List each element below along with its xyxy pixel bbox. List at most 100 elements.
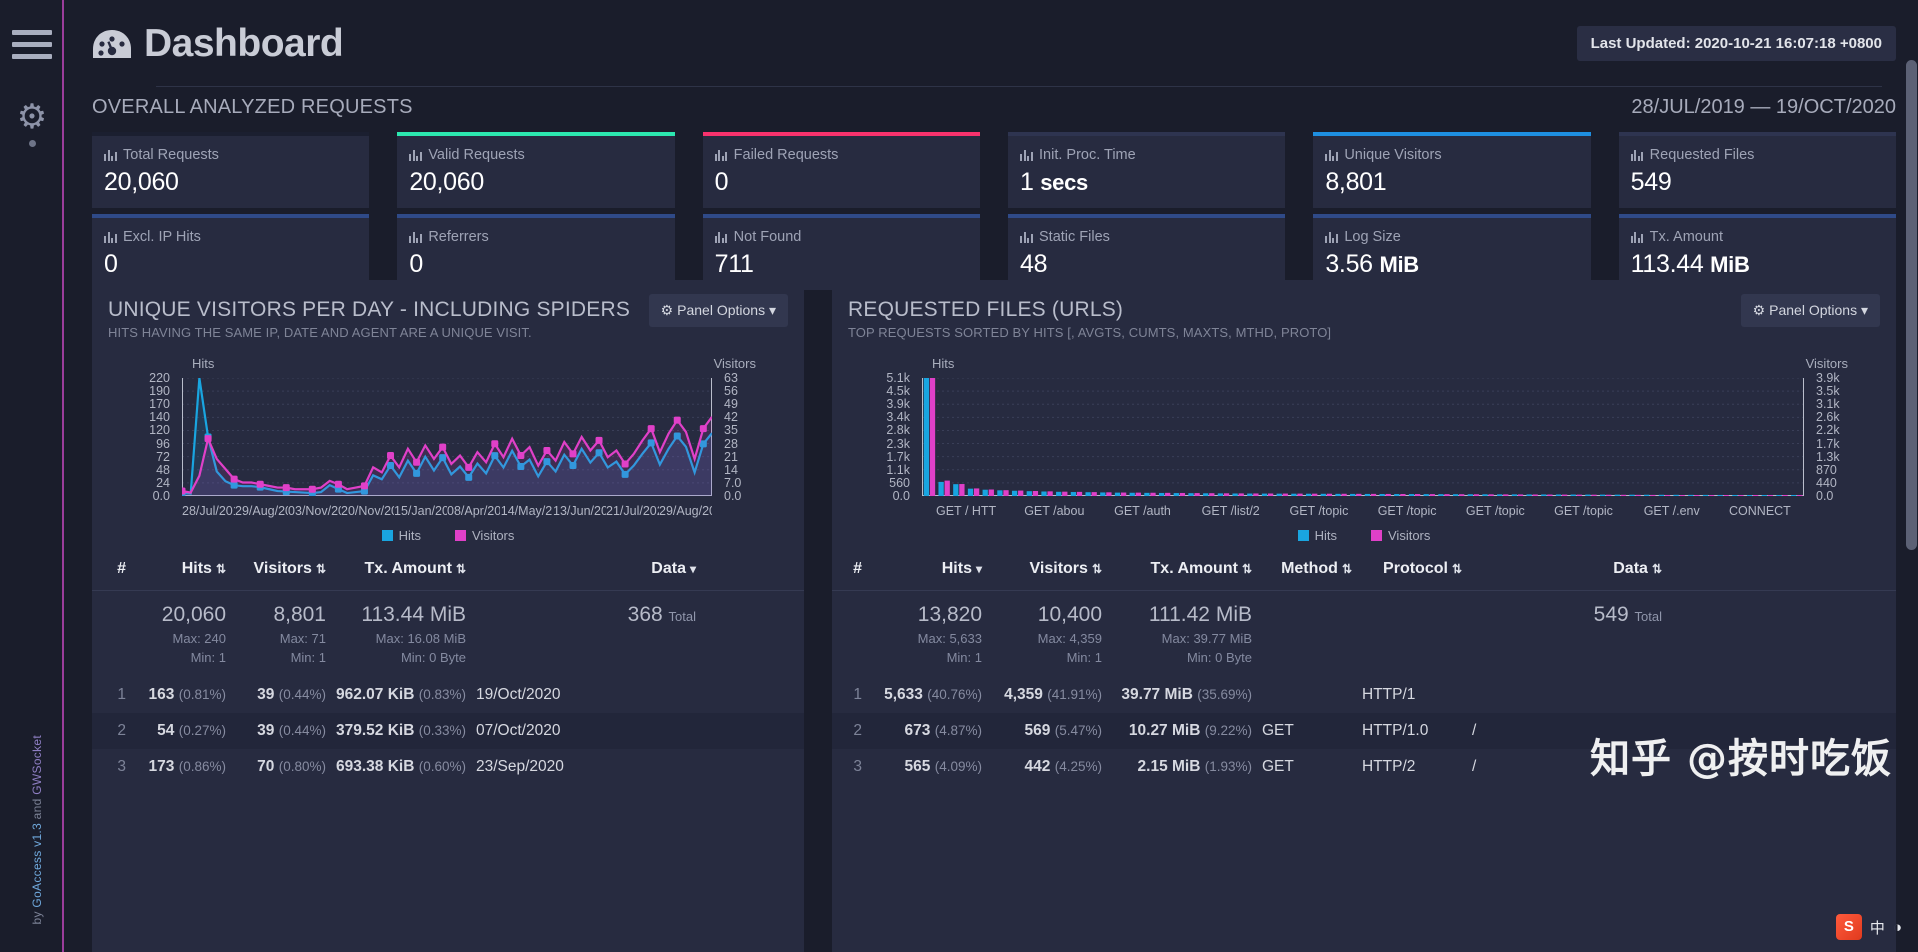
legend-item[interactable]: Visitors xyxy=(455,528,514,543)
summary-visitors: 10,400 xyxy=(1037,603,1102,626)
x-axis-tick: 29/Aug/20 xyxy=(235,504,288,518)
table-row[interactable]: 3 173 (0.86%) 70 (0.80%) 693.38 KiB (0.60%)… xyxy=(92,749,804,785)
bar-chart-requested-files[interactable]: Hits Visitors 5.1k 4.5k 3.9k 3.4k 2.8k 2.3k 1.7k… xyxy=(832,352,1896,543)
x-axis-tick: GET /topic xyxy=(1377,504,1437,518)
column-header-method[interactable]: Method ⇅ xyxy=(1262,560,1362,578)
stat-card-body: Total Requests 20,060 xyxy=(92,136,370,208)
table-visitors-per-day: # Hits ⇅ Visitors ⇅ Tx. Amount ⇅ Data ▾ 20,060 8,8… xyxy=(92,548,804,785)
column-header-visitors[interactable]: Visitors ⇅ xyxy=(236,560,336,578)
stat-card-label: Init. Proc. Time xyxy=(1020,145,1273,165)
stat-card-value: 113.44 MiB xyxy=(1630,250,1750,278)
table-row[interactable]: 2 54 (0.27%) 39 (0.44%) 379.52 KiB (0.33%) 0… xyxy=(92,713,804,749)
table-summary-max-row: Max: 240 Max: 71 Max: 16.08 MiB xyxy=(92,629,804,648)
table-summary-row: 20,060 8,801 113.44 MiB 368 Total xyxy=(92,591,804,629)
column-header-[interactable]: # xyxy=(92,560,136,578)
panel-subtitle: TOP REQUESTS SORTED BY HITS [, AVGTS, CU… xyxy=(848,325,1332,340)
y-axis-tick: 24 xyxy=(156,475,170,490)
y-axis-title: Hits xyxy=(932,356,955,371)
settings-button[interactable]: ⚙ xyxy=(13,100,51,147)
table-row[interactable]: 1 163 (0.81%) 39 (0.44%) 962.07 KiB (0.83%)… xyxy=(92,677,804,713)
panel-options-button[interactable]: ⚙ Panel Options ▾ xyxy=(648,294,788,327)
y2-axis-tick: 21 xyxy=(724,449,738,464)
x-axis-tick: GET /.env xyxy=(1643,504,1700,518)
column-header-hits[interactable]: Hits ⇅ xyxy=(136,560,236,578)
stat-card: Valid Requests 20,060 xyxy=(397,132,675,208)
column-header-visitors[interactable]: Visitors ⇅ xyxy=(992,560,1112,578)
y-axis-tick: 0.0 xyxy=(892,489,910,503)
ime-language-label[interactable]: 中 xyxy=(1870,917,1885,938)
table-summary-row: 13,820 10,400 111.42 MiB 549 Total xyxy=(832,591,1896,629)
sort-indicator-icon: ▾ xyxy=(975,562,982,576)
table-row[interactable]: 1 5,633 (40.76%) 4,359 (41.91%) 39.77 MiB (… xyxy=(832,677,1896,713)
stat-card-label: Excl. IP Hits xyxy=(104,227,357,247)
column-header-hits[interactable]: Hits ▾ xyxy=(872,560,992,578)
stat-card-value: 3.56 MiB xyxy=(1325,250,1419,278)
x-axis-tick: 28/Jul/201 xyxy=(182,504,235,518)
panel-title: REQUESTED FILES (URLS) xyxy=(848,298,1124,321)
stat-card: Log Size 3.56 MiB xyxy=(1313,214,1591,290)
stat-card: Excl. IP Hits 0 xyxy=(92,214,370,290)
row-tx: 10.27 MiB (9.22%) xyxy=(1128,722,1252,739)
header-divider xyxy=(156,86,1882,87)
x-axis-tick: 29/Aug/20 xyxy=(659,504,712,518)
x-axis-tick: 03/Nov/20 xyxy=(288,504,341,518)
y-axis-tick: 72 xyxy=(156,449,170,464)
y-axis-tick: 3.9k xyxy=(886,397,910,412)
footer-goaccess-link[interactable]: GoAccess v1.3 xyxy=(30,822,44,907)
panel-header: REQUESTED FILES (URLS) TOP REQUESTS SORT… xyxy=(832,280,1896,344)
bar-chart-icon xyxy=(1630,231,1644,243)
summary-tx: 111.42 MiB xyxy=(1148,603,1252,626)
bar-chart-icon xyxy=(104,149,117,161)
column-header-txamount[interactable]: Tx. Amount ⇅ xyxy=(1112,560,1262,578)
row-visitors: 70 (0.80%) xyxy=(257,758,326,775)
stat-card-value: 48 xyxy=(1020,250,1048,278)
stat-card: Failed Requests 0 xyxy=(702,132,980,208)
row-index: 1 xyxy=(853,686,862,703)
row-hits: 5,633 (40.76%) xyxy=(884,686,982,703)
bar-chart-icon xyxy=(1325,149,1338,161)
legend-item[interactable]: Hits xyxy=(381,528,421,543)
x-axis-tick: 13/Jun/20 xyxy=(553,504,606,518)
footer-gwsocket-link[interactable]: GWSocket xyxy=(30,735,44,795)
row-index: 3 xyxy=(117,758,126,775)
scrollbar-thumb[interactable] xyxy=(1906,60,1917,550)
stat-card-value: 20,060 xyxy=(104,168,179,196)
sort-indicator-icon: ⇅ xyxy=(1091,562,1102,576)
stat-card-label: Failed Requests xyxy=(714,145,968,165)
y2-axis-tick: 1.3k xyxy=(1816,449,1840,464)
sort-indicator-icon: ⇅ xyxy=(455,562,466,576)
y-axis-tick: 3.4k xyxy=(886,410,910,425)
summary-data: 368 Total xyxy=(627,603,696,626)
legend-item[interactable]: Hits xyxy=(1297,528,1337,543)
column-header-txamount[interactable]: Tx. Amount ⇅ xyxy=(336,560,476,578)
panel-options-button[interactable]: ⚙ Panel Options ▾ xyxy=(1740,294,1880,327)
y-axis-tick: 2.8k xyxy=(886,423,910,438)
ime-logo-icon[interactable]: S xyxy=(1835,914,1862,940)
hamburger-bar xyxy=(12,42,52,47)
hamburger-menu-icon[interactable] xyxy=(12,30,52,64)
ime-extra-icon[interactable]: ◑ xyxy=(1893,919,1902,936)
overall-header: OVERALL ANALYZED REQUESTS 28/JUL/2019 — … xyxy=(92,96,1896,126)
sort-indicator-icon: ⇅ xyxy=(315,562,326,576)
column-header-data[interactable]: Data ▾ xyxy=(476,560,706,578)
page-header: Dashboard Last Updated: 2020-10-21 16:07… xyxy=(64,0,1904,92)
y2-axis-title: Visitors xyxy=(1805,356,1848,371)
column-header-data[interactable]: Data ⇅ xyxy=(1472,560,1672,578)
legend-item[interactable]: Visitors xyxy=(1371,528,1430,543)
line-chart-visitors-per-day[interactable]: Hits Visitors 220 190 170 140 120 96 72 48 24 0.0 63… xyxy=(92,352,804,543)
column-header-[interactable]: # xyxy=(832,560,872,578)
min-tx: Min: 0 Byte xyxy=(400,650,466,665)
x-axis-tick: GET / HTT xyxy=(936,504,997,518)
stat-card-label: Unique Visitors xyxy=(1325,145,1578,165)
y2-axis-tick: 2.6k xyxy=(1816,410,1840,425)
column-header-protocol[interactable]: Protocol ⇅ xyxy=(1362,560,1472,578)
y2-axis-tick: 0.0 xyxy=(724,489,742,503)
stat-card-body: Requested Files 549 xyxy=(1618,136,1896,208)
row-tx: 379.52 KiB (0.33%) xyxy=(336,722,467,739)
watermark: 知乎 @按时吃饭 xyxy=(1590,736,1892,782)
hamburger-bar xyxy=(12,54,52,59)
row-hits: 54 (0.27%) xyxy=(157,722,226,739)
page-scrollbar[interactable] xyxy=(1904,0,1918,952)
y-axis-tick: 1.1k xyxy=(886,462,910,477)
sort-indicator-icon: ⇅ xyxy=(1341,562,1352,576)
